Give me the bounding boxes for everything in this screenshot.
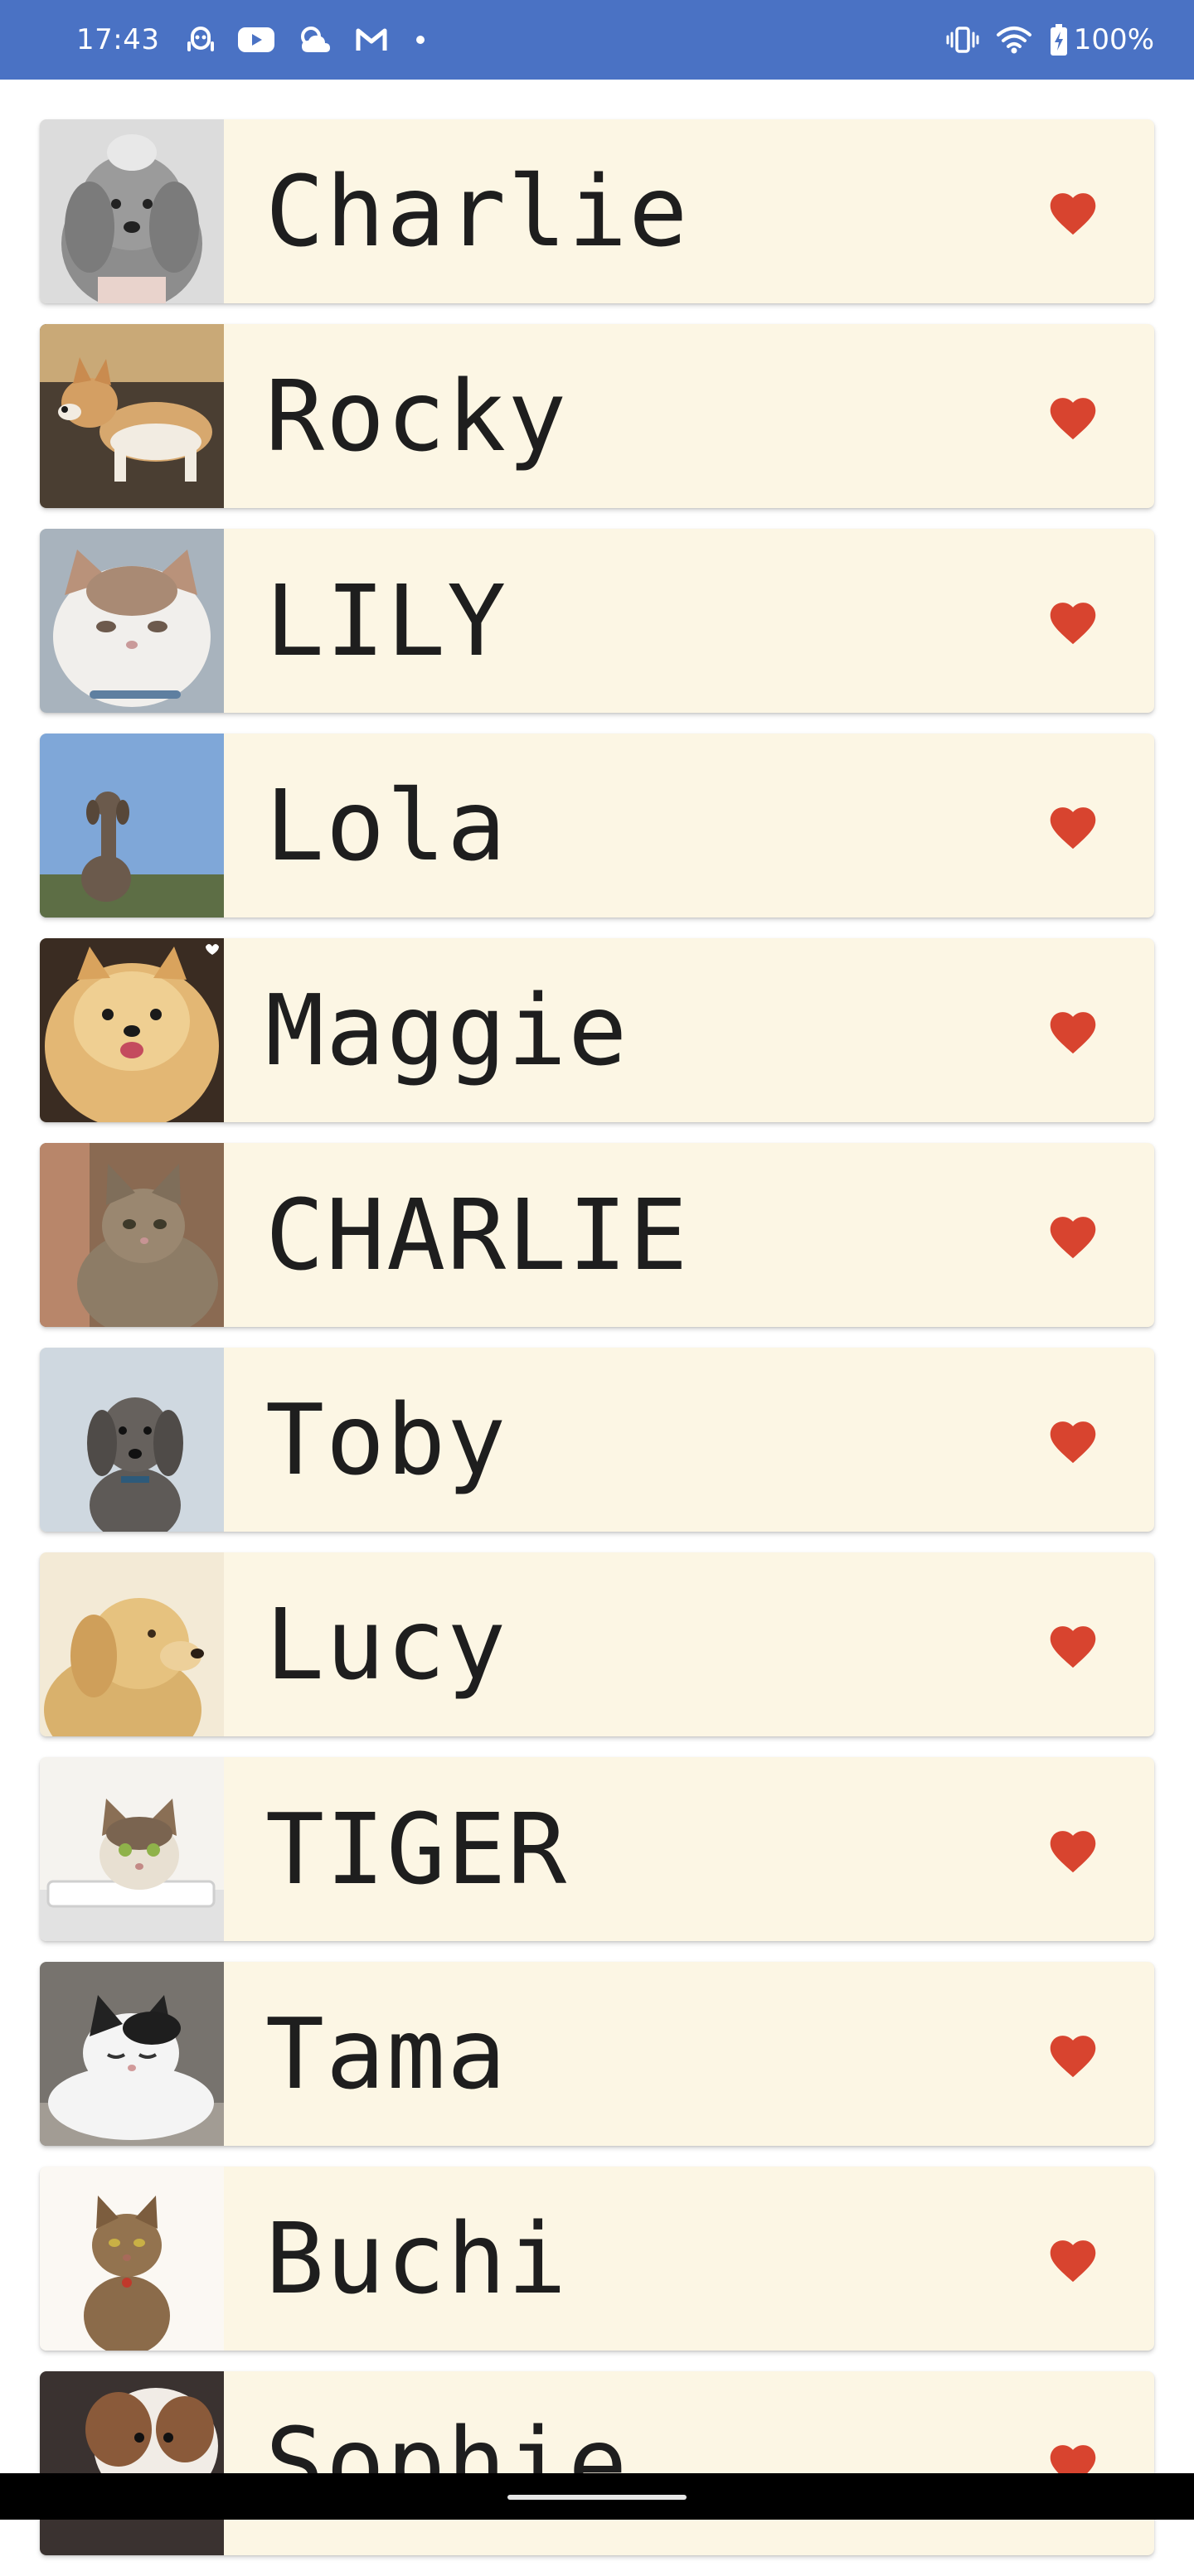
favorite-button[interactable] (1023, 1390, 1123, 1489)
assistant-icon (186, 23, 216, 56)
pet-photo (40, 1757, 224, 1941)
pet-card[interactable]: Maggie (40, 938, 1154, 1122)
home-gesture-handle[interactable] (507, 2495, 687, 2500)
pet-card[interactable]: TIGER (40, 1757, 1154, 1941)
favorite-button[interactable] (1023, 366, 1123, 466)
status-right: 100% (946, 23, 1154, 56)
pet-card[interactable]: Lola (40, 734, 1154, 918)
status-left: 17:43 (76, 23, 425, 56)
heart-icon (1050, 2036, 1096, 2078)
notification-dot-icon (416, 36, 425, 44)
pet-photo (40, 529, 224, 713)
pet-photo (40, 1552, 224, 1736)
heart-icon (1050, 1831, 1096, 1873)
pet-name: Lucy (265, 1587, 508, 1702)
battery-percent: 100% (1073, 23, 1154, 56)
pet-name: LILY (265, 564, 508, 678)
favorite-button[interactable] (1023, 162, 1123, 261)
pet-name: TIGER (265, 1792, 569, 1906)
pet-card[interactable]: Charlie (40, 119, 1154, 303)
pet-name: Charlie (265, 154, 690, 269)
status-time: 17:43 (76, 23, 160, 56)
pet-photo (40, 119, 224, 303)
battery-indicator: 100% (1049, 23, 1154, 56)
favorite-button[interactable] (1023, 1185, 1123, 1285)
favorite-button[interactable] (1023, 2004, 1123, 2104)
pet-name: Maggie (265, 973, 629, 1087)
pet-name: CHARLIE (265, 1178, 690, 1292)
favorite-button[interactable] (1023, 571, 1123, 671)
pet-name: Tama (265, 1997, 508, 2111)
pet-card[interactable]: Rocky (40, 324, 1154, 508)
favorite-button[interactable] (1023, 1799, 1123, 1899)
pet-list: Charlie Rocky LILY Lola Maggie CHARLIE T… (40, 119, 1154, 2576)
heart-icon (1050, 1421, 1096, 1464)
favorite-button[interactable] (1023, 2209, 1123, 2308)
youtube-icon (237, 26, 275, 54)
pet-name: Lola (265, 768, 508, 883)
pet-card[interactable]: LILY (40, 529, 1154, 713)
vibrate-icon (946, 25, 979, 55)
pet-photo (40, 2371, 224, 2555)
heart-icon (1050, 1626, 1096, 1668)
heart-icon (1050, 1012, 1096, 1054)
favorite-button[interactable] (1023, 981, 1123, 1080)
pet-photo (40, 734, 224, 918)
heart-icon (1050, 398, 1096, 440)
pet-photo (40, 1143, 224, 1327)
heart-icon (1050, 2240, 1096, 2283)
favorite-button[interactable] (1023, 776, 1123, 875)
pet-card[interactable]: Tama (40, 1962, 1154, 2146)
pet-photo (40, 324, 224, 508)
battery-charging-icon (1049, 23, 1069, 56)
heart-icon (1050, 603, 1096, 645)
pet-card[interactable]: Toby (40, 1348, 1154, 1532)
heart-icon (1050, 807, 1096, 850)
pet-card[interactable]: Sophie (40, 2371, 1154, 2555)
pet-card[interactable]: CHARLIE (40, 1143, 1154, 1327)
gmail-icon (355, 27, 388, 52)
pet-photo (40, 938, 224, 1122)
favorite-button[interactable] (1023, 1595, 1123, 1694)
pet-name: Buchi (265, 2201, 569, 2316)
weather-icon (297, 24, 333, 56)
wifi-icon (996, 25, 1032, 55)
heart-icon (1050, 1217, 1096, 1259)
pet-photo (40, 1962, 224, 2146)
pet-name: Toby (265, 1382, 508, 1497)
pet-card[interactable]: Buchi (40, 2167, 1154, 2351)
heart-icon (1050, 193, 1096, 235)
navigation-bar (0, 2473, 1194, 2520)
status-bar: 17:43 100% (0, 0, 1194, 80)
pet-card[interactable]: Lucy (40, 1552, 1154, 1736)
pet-photo (40, 2167, 224, 2351)
pet-photo (40, 1348, 224, 1532)
pet-name: Rocky (265, 359, 569, 473)
